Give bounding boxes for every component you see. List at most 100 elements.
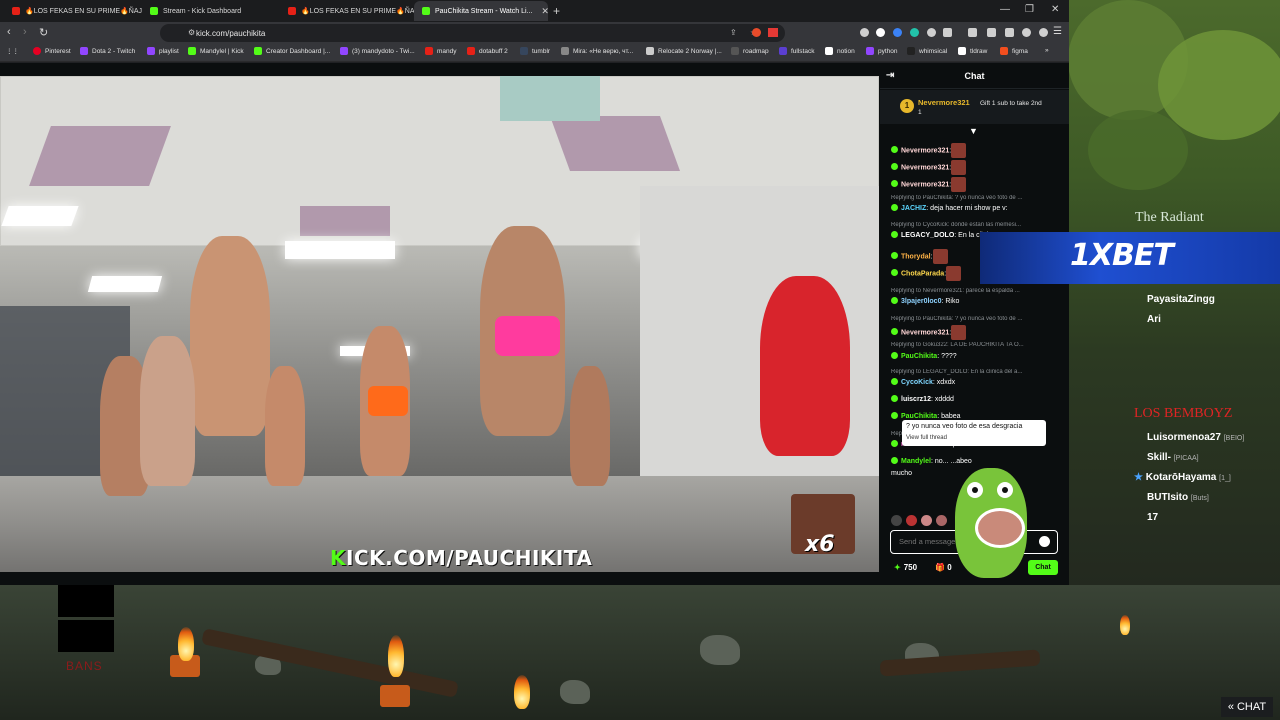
forward-icon[interactable]: › bbox=[23, 26, 27, 38]
minimize-icon[interactable]: — bbox=[1000, 4, 1010, 15]
bookmark-item[interactable]: Mira: «Не верю, чт... bbox=[561, 47, 633, 55]
extension-icon[interactable] bbox=[876, 28, 885, 37]
emote-icon[interactable] bbox=[906, 514, 917, 526]
brave-shield-icon[interactable] bbox=[752, 28, 761, 37]
emote-icon[interactable] bbox=[891, 514, 902, 526]
reload-icon[interactable]: ↻ bbox=[39, 26, 48, 39]
sidebar-icon[interactable] bbox=[987, 28, 996, 37]
chat-username[interactable]: Nevermore321 bbox=[901, 181, 949, 188]
menu-icon[interactable]: ☰ bbox=[1053, 26, 1062, 37]
bookmark-item[interactable]: figma bbox=[1000, 47, 1028, 55]
chat-username[interactable]: JACHIZ bbox=[901, 205, 926, 212]
chat-username[interactable]: Thorydal bbox=[901, 253, 931, 260]
site-info-icon[interactable]: ⚙ bbox=[188, 28, 195, 37]
chat-username[interactable]: PauChikita bbox=[901, 353, 937, 360]
chat-username[interactable]: CycoKick bbox=[901, 379, 933, 386]
extension-icon[interactable] bbox=[1022, 28, 1031, 37]
extension-icon[interactable] bbox=[1005, 28, 1014, 37]
gift-prompt[interactable]: Gift 1 sub to take 2nd bbox=[980, 100, 1060, 108]
emoji-picker-icon[interactable] bbox=[1039, 536, 1050, 547]
chat-username[interactable]: ChotaParada bbox=[901, 270, 944, 277]
user-badge-icon bbox=[891, 395, 898, 402]
bookmark-item[interactable]: roadmap bbox=[731, 47, 769, 55]
dancer-shorts bbox=[495, 316, 560, 356]
twitch-icon bbox=[80, 47, 88, 55]
close-tab-icon[interactable]: ✕ bbox=[541, 6, 548, 17]
extension-icon[interactable] bbox=[893, 28, 902, 37]
tab-title: 🔥LOS FEKAS EN SU PRIME🔥ÑAJAS bbox=[301, 8, 414, 15]
gift-leaderboard[interactable]: 1 Nevermore321 1 Gift 1 sub to take 2nd bbox=[880, 90, 1069, 124]
chat-emote[interactable] bbox=[946, 266, 962, 281]
browser-tab[interactable]: Stream - Kick Dashboard bbox=[142, 1, 280, 21]
bookmarks-bar: ⋮⋮ Pinterest Dota 2 - Twitch playlist Ma… bbox=[0, 44, 1069, 62]
dotabuff-icon bbox=[467, 47, 475, 55]
bookmark-item[interactable]: (3) mandydoto - Twi... bbox=[340, 47, 415, 55]
bookmark-item[interactable]: fullstack bbox=[779, 47, 814, 55]
bookmark-item[interactable]: Creator Dashboard |... bbox=[254, 47, 330, 55]
address-bar[interactable]: ⚙ kick.com/pauchikita ⇪ ☆ bbox=[160, 24, 785, 42]
chat-username[interactable]: PauChikita bbox=[901, 413, 937, 420]
bookmark-item[interactable]: dotabuff 2 bbox=[467, 47, 508, 55]
extension-icon[interactable] bbox=[943, 28, 952, 37]
apps-icon[interactable]: ⋮⋮ bbox=[6, 47, 19, 55]
chat-username[interactable]: Nevermore321 bbox=[901, 147, 949, 154]
browser-tab[interactable]: 🔥LOS FEKAS EN SU PRIME🔥ÑAJAS bbox=[280, 1, 414, 21]
bookmark-item[interactable]: playlist bbox=[147, 47, 179, 55]
bookmark-item[interactable]: mandy bbox=[425, 47, 457, 55]
youtube-favicon-icon bbox=[12, 7, 20, 15]
bookmark-item[interactable]: python bbox=[866, 47, 898, 55]
collapse-chat-icon[interactable]: ⇥ bbox=[886, 70, 894, 81]
back-icon[interactable]: ‹ bbox=[7, 26, 11, 38]
extension-icon[interactable] bbox=[927, 28, 936, 37]
expand-arrow-icon[interactable]: ▼ bbox=[969, 126, 978, 136]
share-icon[interactable]: ⇪ bbox=[730, 28, 737, 37]
bookmark-item[interactable]: whimsical bbox=[907, 47, 947, 55]
browser-tab-active[interactable]: PauChikita Stream - Watch Li... ✕ bbox=[414, 1, 548, 21]
brave-rewards-icon[interactable] bbox=[768, 28, 778, 37]
vpn-icon[interactable] bbox=[1039, 28, 1048, 37]
radiant-team-title: The Radiant bbox=[1135, 210, 1204, 225]
extension-icon[interactable] bbox=[860, 28, 869, 37]
chat-emote[interactable] bbox=[951, 177, 967, 192]
channel-points[interactable]: ✦ 750 bbox=[894, 563, 917, 572]
star-icon: ★ bbox=[1134, 472, 1143, 483]
bookmark-label: whimsical bbox=[919, 47, 948, 55]
bookmark-item[interactable]: Pinterest bbox=[33, 47, 71, 55]
bookmark-item[interactable]: Mandylel | Kick bbox=[188, 47, 244, 55]
candle-flame bbox=[178, 627, 194, 661]
chat-message: luiscrz12: xdddd bbox=[891, 395, 1063, 404]
bookmark-label: (3) mandydoto - Twi... bbox=[352, 47, 415, 55]
emote-icon[interactable] bbox=[921, 514, 932, 526]
chat-username[interactable]: Nevermore321 bbox=[901, 329, 949, 336]
bookmark-item[interactable]: Dota 2 - Twitch bbox=[80, 47, 135, 55]
bookmark-item[interactable]: tumblr bbox=[520, 47, 550, 55]
leaderboard-user[interactable]: Nevermore321 bbox=[918, 98, 970, 107]
restore-icon[interactable]: ❐ bbox=[1025, 4, 1034, 15]
bookmark-item[interactable]: notion bbox=[825, 47, 855, 55]
chat-emote[interactable] bbox=[951, 160, 967, 175]
plus-icon[interactable]: + bbox=[553, 4, 560, 18]
window-close-icon[interactable]: ✕ bbox=[1051, 4, 1059, 15]
chat-emote[interactable] bbox=[932, 249, 948, 264]
chat-username[interactable]: LEGACY_DOLO bbox=[901, 232, 954, 239]
extension-icon[interactable] bbox=[910, 28, 919, 37]
video-player[interactable]: KICK.COM/PAUCHIKITA x6 bbox=[0, 76, 879, 572]
chat-emote[interactable] bbox=[951, 143, 967, 158]
chat-username[interactable]: Mandylel bbox=[901, 458, 931, 465]
overlay-chat-toggle[interactable]: «CHAT bbox=[1221, 697, 1273, 717]
chat-emote[interactable] bbox=[951, 325, 967, 340]
more-bookmarks-icon[interactable]: » bbox=[1045, 47, 1049, 54]
bookmark-item[interactable]: Relocate 2 Norway |... bbox=[646, 47, 722, 55]
chat-username[interactable]: luiscrz12 bbox=[901, 396, 931, 403]
chat-toggle-label: CHAT bbox=[1236, 701, 1267, 713]
bookmark-item[interactable]: tldraw bbox=[958, 47, 987, 55]
browser-tab[interactable]: 🔥LOS FEKAS EN SU PRIME🔥ÑAJAS bbox=[4, 1, 142, 21]
chat-username[interactable]: Nevermore321 bbox=[901, 164, 949, 171]
music-icon[interactable] bbox=[968, 28, 977, 37]
bookmark-label: Dota 2 - Twitch bbox=[92, 47, 136, 55]
chat-username[interactable]: 3lpajer0loc0 bbox=[901, 298, 941, 305]
url-text[interactable]: kick.com/pauchikita bbox=[196, 29, 265, 38]
twitch-icon bbox=[147, 47, 155, 55]
view-thread-link[interactable]: View full thread bbox=[906, 435, 947, 441]
bookmark-label: notion bbox=[837, 47, 855, 55]
